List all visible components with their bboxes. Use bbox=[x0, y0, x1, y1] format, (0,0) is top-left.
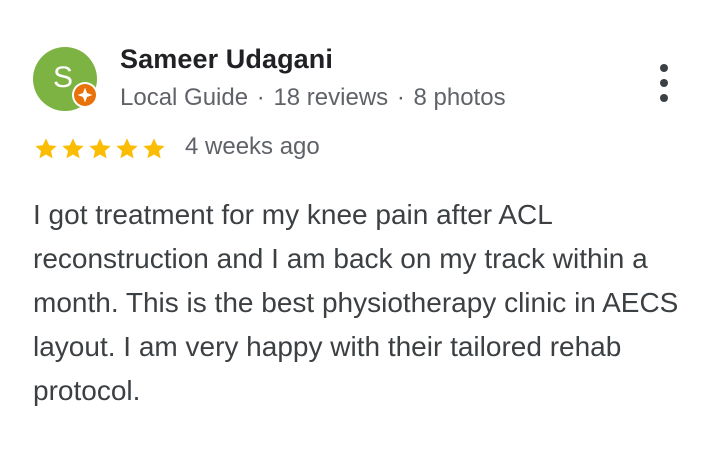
reviewer-name[interactable]: Sameer Udagani bbox=[120, 44, 333, 75]
review-count: 18 reviews bbox=[273, 84, 389, 111]
review-text: I got treatment for my knee pain after A… bbox=[33, 199, 679, 406]
local-guide-badge-icon bbox=[71, 81, 99, 109]
meta-separator: · bbox=[396, 84, 405, 111]
review-date: 4 weeks ago bbox=[185, 133, 320, 160]
more-dot bbox=[660, 79, 668, 87]
star-icon bbox=[114, 136, 140, 162]
star-icon bbox=[141, 136, 167, 162]
more-vertical-icon[interactable] bbox=[646, 60, 682, 106]
more-dot bbox=[660, 64, 668, 72]
local-guide-label: Local Guide bbox=[120, 84, 249, 111]
star-icon bbox=[60, 136, 86, 162]
star-icon bbox=[33, 136, 59, 162]
avatar-initial: S bbox=[52, 61, 73, 94]
meta-separator: · bbox=[256, 84, 265, 111]
star-icon bbox=[87, 136, 113, 162]
rating-stars bbox=[33, 136, 168, 162]
review-card: S Sameer Udagani Local Guide · 18 review… bbox=[0, 0, 720, 455]
reviewer-meta: Local Guide · 18 reviews · 8 photos bbox=[120, 84, 506, 112]
photo-count: 8 photos bbox=[413, 84, 506, 111]
more-dot bbox=[660, 94, 668, 102]
